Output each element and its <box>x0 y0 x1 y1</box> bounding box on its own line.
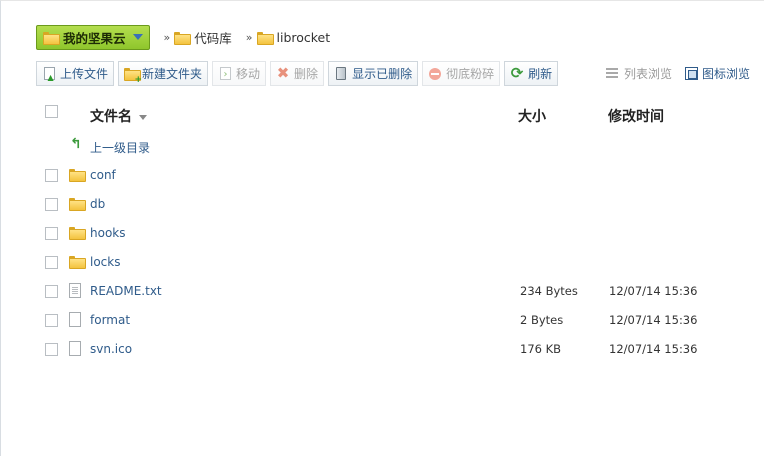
row-checkbox[interactable] <box>45 285 58 298</box>
shred-icon <box>429 67 442 80</box>
folder-icon <box>43 31 60 45</box>
folder-icon <box>69 198 86 211</box>
row-checkbox[interactable] <box>45 198 58 211</box>
refresh-button[interactable]: ⟳ 刷新 <box>504 61 559 86</box>
file-icon <box>69 312 81 327</box>
new-folder-button[interactable]: + 新建文件夹 <box>118 61 209 86</box>
folder-icon <box>256 31 274 45</box>
upload-icon <box>43 67 55 82</box>
file-modified-time: 12/07/14 15:36 <box>609 284 698 298</box>
chevron-down-icon <box>132 34 143 40</box>
icon-view-icon <box>685 66 699 80</box>
show-deleted-label: 显示已删除 <box>352 67 413 81</box>
list-view-icon <box>606 68 618 78</box>
delete-icon: ✖ <box>276 64 290 82</box>
table-row[interactable]: README.txt 234 Bytes 12/07/14 15:36 <box>36 277 756 306</box>
file-rows: conf db hooks locks README.txt 234 Bytes 12/07… <box>36 161 756 364</box>
trash-icon <box>336 67 347 80</box>
column-header-modified[interactable]: 修改时间 <box>608 106 664 126</box>
file-name-link[interactable]: format <box>90 313 130 327</box>
table-row[interactable]: format 2 Bytes 12/07/14 15:36 <box>36 306 756 335</box>
file-list-header: 文件名 大小 修改时间 <box>36 96 756 132</box>
file-list: 文件名 大小 修改时间 ↰ 上一级目录 conf db hooks locks READ… <box>36 96 756 364</box>
file-name-link[interactable]: locks <box>90 255 120 269</box>
file-name-link[interactable]: conf <box>90 168 116 182</box>
table-row[interactable]: hooks <box>36 219 756 248</box>
column-header-name[interactable]: 文件名 <box>90 106 147 126</box>
text-file-icon <box>69 283 81 298</box>
sort-arrow-icon <box>139 114 147 120</box>
file-icon <box>69 341 81 356</box>
table-row[interactable]: conf <box>36 161 756 190</box>
row-checkbox[interactable] <box>45 314 58 327</box>
list-view-button[interactable]: 列表浏览 <box>606 65 672 82</box>
table-row[interactable]: svn.ico 176 KB 12/07/14 15:36 <box>36 335 756 364</box>
breadcrumb: 我的坚果云 » 代码库 » librocket <box>36 24 330 50</box>
list-view-label: 列表浏览 <box>624 66 673 81</box>
move-icon <box>219 67 231 80</box>
up-arrow-icon: ↰ <box>70 136 82 152</box>
breadcrumb-separator: » <box>245 30 253 44</box>
row-checkbox[interactable] <box>45 169 58 182</box>
refresh-label: 刷新 <box>528 67 553 81</box>
folder-icon <box>69 227 86 240</box>
home-dropdown-button[interactable]: 我的坚果云 <box>36 24 150 50</box>
new-folder-label: 新建文件夹 <box>142 67 203 81</box>
folder-icon <box>174 31 192 45</box>
file-name-link[interactable]: hooks <box>90 226 126 240</box>
icon-view-button[interactable]: 图标浏览 <box>685 65 750 82</box>
upload-button[interactable]: 上传文件 <box>36 61 115 86</box>
row-checkbox[interactable] <box>45 227 58 240</box>
column-header-name-label: 文件名 <box>90 109 132 125</box>
shred-label: 彻底粉碎 <box>446 67 495 81</box>
select-all-checkbox[interactable] <box>45 105 58 118</box>
file-name-link[interactable]: README.txt <box>90 284 162 298</box>
file-size: 234 Bytes <box>520 284 578 298</box>
table-row[interactable]: locks <box>36 248 756 277</box>
toolbar: 上传文件 + 新建文件夹 移动 ✖ 删除 显示已删除 彻底粉碎 ⟳ 刷新 <box>36 61 562 86</box>
show-deleted-button[interactable]: 显示已删除 <box>328 61 419 86</box>
row-checkbox[interactable] <box>45 256 58 269</box>
column-header-size[interactable]: 大小 <box>518 106 546 126</box>
icon-view-label: 图标浏览 <box>702 66 751 81</box>
shred-button[interactable]: 彻底粉碎 <box>422 61 501 86</box>
move-button[interactable]: 移动 <box>212 61 267 86</box>
breadcrumb-separator: » <box>163 30 171 44</box>
breadcrumb-item-librocket[interactable]: librocket <box>256 29 331 45</box>
file-modified-time: 12/07/14 15:36 <box>609 313 698 327</box>
file-modified-time: 12/07/14 15:36 <box>609 342 698 356</box>
parent-directory-row[interactable]: ↰ 上一级目录 <box>36 132 756 161</box>
folder-icon <box>69 169 86 182</box>
delete-button[interactable]: ✖ 删除 <box>270 61 325 86</box>
breadcrumb-item-label: 代码库 <box>194 30 232 46</box>
breadcrumb-item-label: librocket <box>276 29 331 45</box>
file-name-link[interactable]: db <box>90 197 105 211</box>
file-size: 176 KB <box>520 342 562 356</box>
upload-label: 上传文件 <box>60 67 109 81</box>
new-folder-icon: + <box>123 66 142 85</box>
folder-icon <box>69 256 86 269</box>
row-checkbox[interactable] <box>45 343 58 356</box>
view-mode-switch: 列表浏览 图标浏览 <box>606 62 750 84</box>
file-name-link[interactable]: svn.ico <box>90 342 132 356</box>
parent-directory-link[interactable]: 上一级目录 <box>90 139 150 156</box>
file-size: 2 Bytes <box>520 313 564 327</box>
breadcrumb-item-codebase[interactable]: 代码库 <box>174 28 232 47</box>
delete-label: 删除 <box>294 67 319 81</box>
home-label: 我的坚果云 <box>63 30 126 46</box>
table-row[interactable]: db <box>36 190 756 219</box>
refresh-icon: ⟳ <box>510 64 524 82</box>
move-label: 移动 <box>236 67 261 81</box>
